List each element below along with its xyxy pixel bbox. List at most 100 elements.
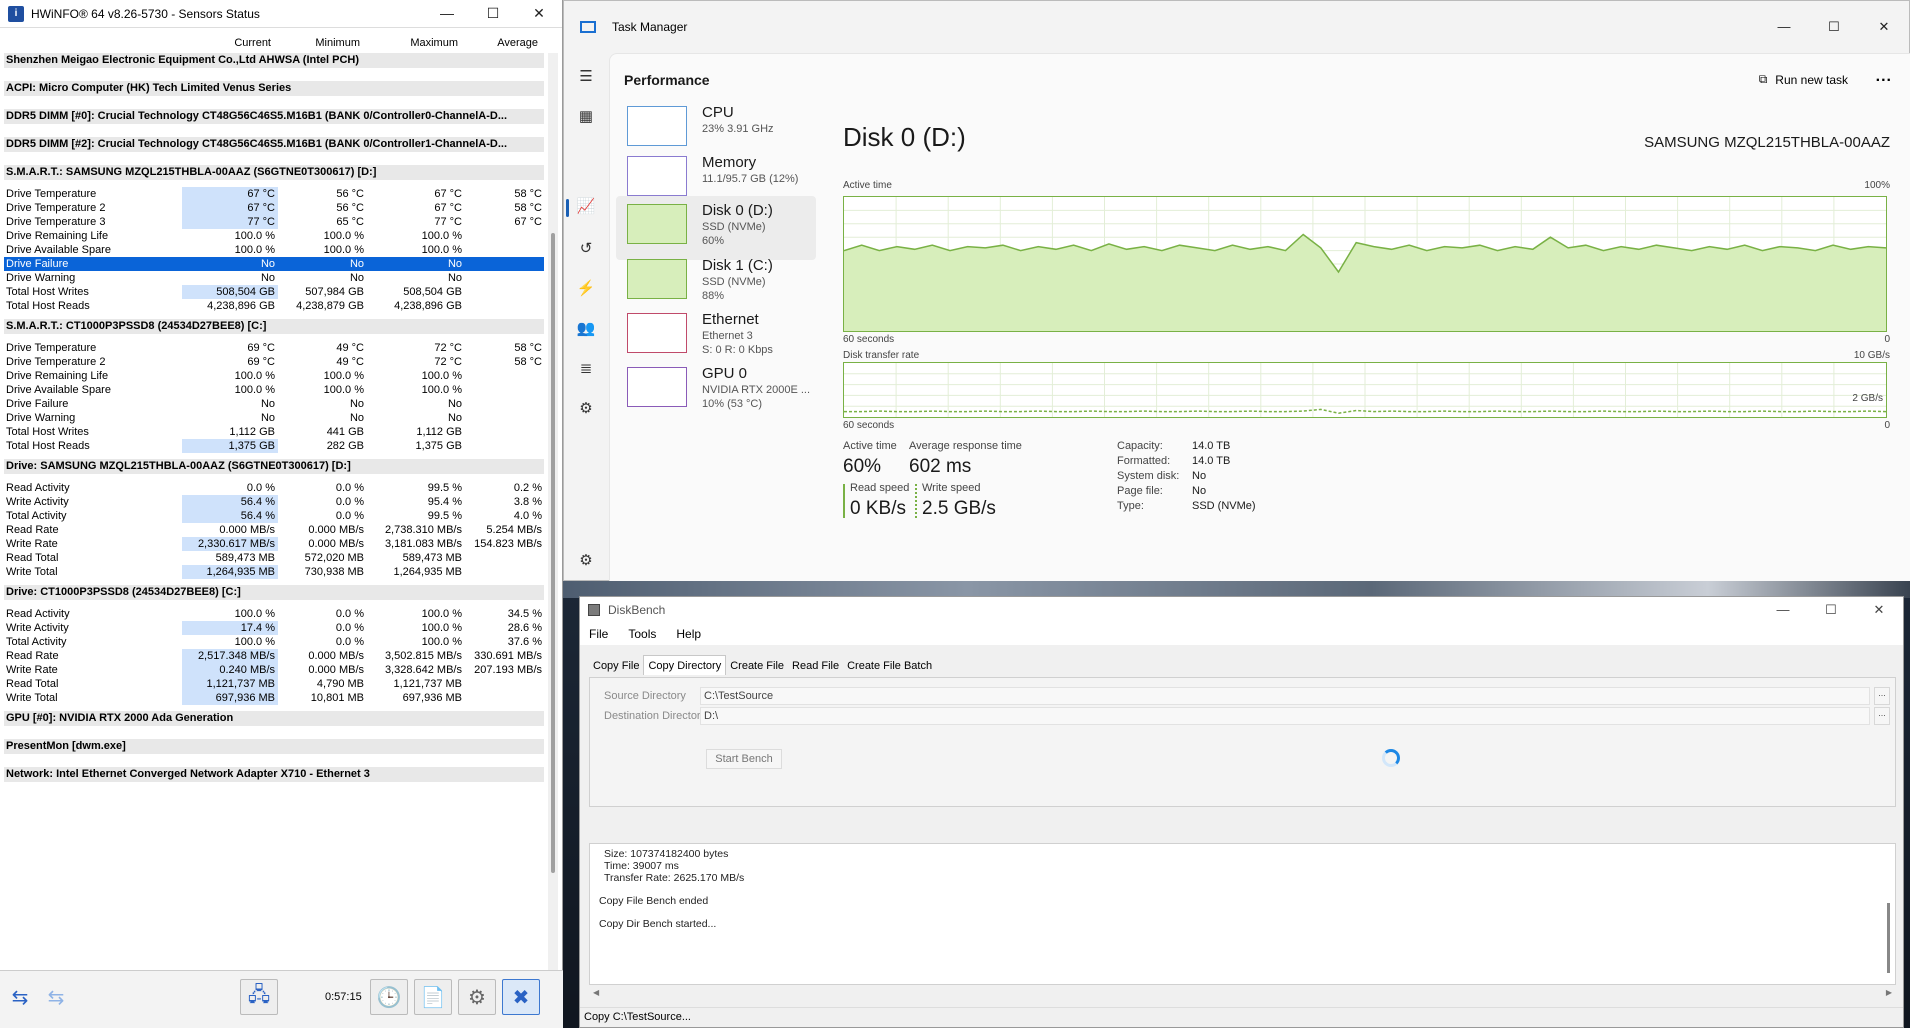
sensor-row[interactable]: Drive Failure No No No [4,397,544,411]
close-icon[interactable]: ✕ [516,5,562,22]
menu-file[interactable]: File [589,627,608,641]
network-computers-icon[interactable]: 🖧 [240,979,278,1015]
sensor-row[interactable]: Drive Remaining Life 100.0 % 100.0 % 100.0 … [4,229,544,243]
sensor-row[interactable]: Total Activity 56.4 % 0.0 % 99.5 % 4.0 % [4,509,544,523]
hwinfo-scrollbar[interactable] [548,53,558,970]
task-manager-titlebar[interactable]: Task Manager — ☐ ✕ [564,1,1909,53]
sensor-row[interactable]: Write Total 1,264,935 MB 730,938 MB 1,264,9… [4,565,544,579]
sensor-group-header[interactable]: Shenzhen Meigao Electronic Equipment Co.… [4,53,544,68]
sensor-row[interactable]: Read Total 1,121,737 MB 4,790 MB 1,121,737 … [4,677,544,691]
close-icon[interactable]: ✕ [1859,19,1909,35]
sensor-row[interactable]: Drive Temperature 67 °C 56 °C 67 °C 58 °C [4,187,544,201]
sensor-row[interactable]: Write Activity 17.4 % 0.0 % 100.0 % 28.6 % [4,621,544,635]
sensor-group-header[interactable]: Network: Intel Ethernet Converged Networ… [4,767,544,782]
sensor-row[interactable]: Total Host Writes 508,504 GB 507,984 GB 508… [4,285,544,299]
close-sensors-icon[interactable]: ✖ [502,979,540,1015]
sensor-average: 28.6 % [507,622,542,634]
sensor-group-header[interactable]: GPU [#0]: NVIDIA RTX 2000 Ada Generation [4,711,544,726]
log-vertical-scrollbar[interactable] [1883,843,1895,985]
sensor-group-header[interactable]: S.M.A.R.T.: SAMSUNG MZQL215THBLA-00AAZ (… [4,165,544,180]
sensor-row[interactable]: Write Total 697,936 MB 10,801 MB 697,936 MB [4,691,544,705]
sensor-row[interactable]: Drive Available Spare 100.0 % 100.0 % 100.0… [4,243,544,257]
collapse-arrows-icon[interactable]: ⇆ [40,979,72,1015]
menu-help[interactable]: Help [676,627,701,641]
maximize-icon[interactable]: ☐ [470,5,516,22]
diskbench-titlebar[interactable]: DiskBench — ☐ ✕ [580,597,1903,623]
sensor-row[interactable]: Read Total 589,473 MB 572,020 MB 589,473 MB [4,551,544,565]
expand-arrows-icon[interactable]: ⇆ [4,979,36,1015]
minimize-icon[interactable]: — [1759,602,1807,618]
sensor-row[interactable]: Drive Remaining Life 100.0 % 100.0 % 100.0 … [4,369,544,383]
settings-icon[interactable]: ⚙ [574,549,598,573]
sensor-group-header[interactable]: S.M.A.R.T.: CT1000P3PSSD8 (24534D27BEE8)… [4,319,544,334]
minimize-icon[interactable]: — [424,5,470,22]
sensor-row[interactable]: Drive Failure No No No [4,257,544,271]
scroll-right-icon[interactable]: ▶ [1886,988,1892,997]
startup-apps-icon[interactable]: ⚡ [574,277,598,301]
run-new-task-button[interactable]: ⧉ Run new task [1759,72,1848,87]
processes-icon[interactable]: ▦ [574,105,598,129]
add-report-icon[interactable]: 📄 [414,979,452,1015]
source-directory-input[interactable]: C:\TestSource [700,687,1870,705]
hwinfo-titlebar[interactable]: i HWiNFO® 64 v8.26-5730 - Sensors Status… [0,0,562,28]
sensor-row[interactable]: Read Rate 0.000 MB/s 0.000 MB/s 2,738.310 M… [4,523,544,537]
sensor-row[interactable]: Drive Warning No No No [4,411,544,425]
minimize-icon[interactable]: — [1759,19,1809,35]
more-options-icon[interactable]: ... [1876,68,1892,86]
tab-copy-directory[interactable]: Copy Directory [643,655,727,675]
sensor-row[interactable]: Read Activity 0.0 % 0.0 % 99.5 % 0.2 % [4,481,544,495]
sensor-row[interactable]: Drive Temperature 3 77 °C 65 °C 77 °C 67 °C [4,215,544,229]
sensor-group-header[interactable]: Drive: CT1000P3PSSD8 (24534D27BEE8) [C:] [4,585,544,600]
sensor-row[interactable]: Drive Available Spare 100.0 % 100.0 % 100.0… [4,383,544,397]
maximize-icon[interactable]: ☐ [1807,602,1855,618]
start-bench-button[interactable]: Start Bench [706,749,782,769]
tab-create-file[interactable]: Create File [726,657,788,677]
sensor-row[interactable]: Write Activity 56.4 % 0.0 % 95.4 % 3.8 % [4,495,544,509]
hamburger-menu-icon[interactable]: ☰ [574,65,598,89]
log-horizontal-scrollbar[interactable]: ◀ ▶ [589,987,1896,999]
destination-directory-input[interactable]: D:\ [700,707,1870,725]
menu-tools[interactable]: Tools [628,627,656,641]
hwinfo-sensor-list[interactable]: Shenzhen Meigao Electronic Equipment Co.… [0,53,545,970]
clock-icon[interactable]: 🕒 [370,979,408,1015]
sensor-row[interactable]: Total Host Reads 1,375 GB 282 GB 1,375 GB [4,439,544,453]
sensor-group-header[interactable]: DDR5 DIMM [#2]: Crucial Technology CT48G… [4,137,544,152]
sensor-group-header[interactable]: DDR5 DIMM [#0]: Crucial Technology CT48G… [4,109,544,124]
destination-browse-button[interactable]: ... [1874,707,1890,725]
scroll-left-icon[interactable]: ◀ [593,988,599,997]
services-icon[interactable]: ⚙ [574,397,598,421]
performance-icon[interactable]: 📈 [574,195,598,219]
scrollbar-thumb[interactable] [1887,903,1890,973]
column-current[interactable]: Current [178,37,274,49]
sensor-row[interactable]: Drive Temperature 69 °C 49 °C 72 °C 58 °C [4,341,544,355]
tab-read-file[interactable]: Read File [788,657,843,677]
scrollbar-thumb[interactable] [551,233,555,873]
perf-item-gpu-0[interactable]: GPU 0 NVIDIA RTX 2000E ... 10% (53 °C) [616,359,816,423]
sensor-row[interactable]: Drive Temperature 2 67 °C 56 °C 67 °C 58 °C [4,201,544,215]
sensor-row[interactable]: Write Rate 0.240 MB/s 0.000 MB/s 3,328.642 … [4,663,544,677]
users-icon[interactable]: 👥 [574,317,598,341]
sensor-group-header[interactable]: Drive: SAMSUNG MZQL215THBLA-00AAZ (S6GTN… [4,459,544,474]
sensor-group-header[interactable]: ACPI: Micro Computer (HK) Tech Limited V… [4,81,544,96]
sensor-row[interactable]: Total Host Reads 4,238,896 GB 4,238,879 GB… [4,299,544,313]
gear-icon[interactable]: ⚙ [458,979,496,1015]
column-average[interactable]: Average [462,37,538,49]
column-maximum[interactable]: Maximum [362,37,458,49]
source-browse-button[interactable]: ... [1874,687,1890,705]
sensor-row[interactable]: Read Activity 100.0 % 0.0 % 100.0 % 34.5 % [4,607,544,621]
sensor-label: Write Rate [6,538,58,550]
sensor-row[interactable]: Read Rate 2,517.348 MB/s 0.000 MB/s 3,502.8… [4,649,544,663]
tab-copy-file[interactable]: Copy File [589,657,643,677]
sensor-row[interactable]: Drive Temperature 2 69 °C 49 °C 72 °C 58 °C [4,355,544,369]
app-history-icon[interactable]: ↺ [574,237,598,261]
sensor-row[interactable]: Total Host Writes 1,112 GB 441 GB 1,112 GB [4,425,544,439]
sensor-group-header[interactable]: PresentMon [dwm.exe] [4,739,544,754]
maximize-icon[interactable]: ☐ [1809,19,1859,35]
sensor-row[interactable]: Drive Warning No No No [4,271,544,285]
sensor-row[interactable]: Total Activity 100.0 % 0.0 % 100.0 % 37.6 % [4,635,544,649]
close-icon[interactable]: ✕ [1855,602,1903,618]
tab-create-file-batch[interactable]: Create File Batch [843,657,936,677]
column-minimum[interactable]: Minimum [280,37,360,49]
sensor-row[interactable]: Write Rate 2,330.617 MB/s 0.000 MB/s 3,181.… [4,537,544,551]
details-icon[interactable]: ≣ [574,357,598,381]
